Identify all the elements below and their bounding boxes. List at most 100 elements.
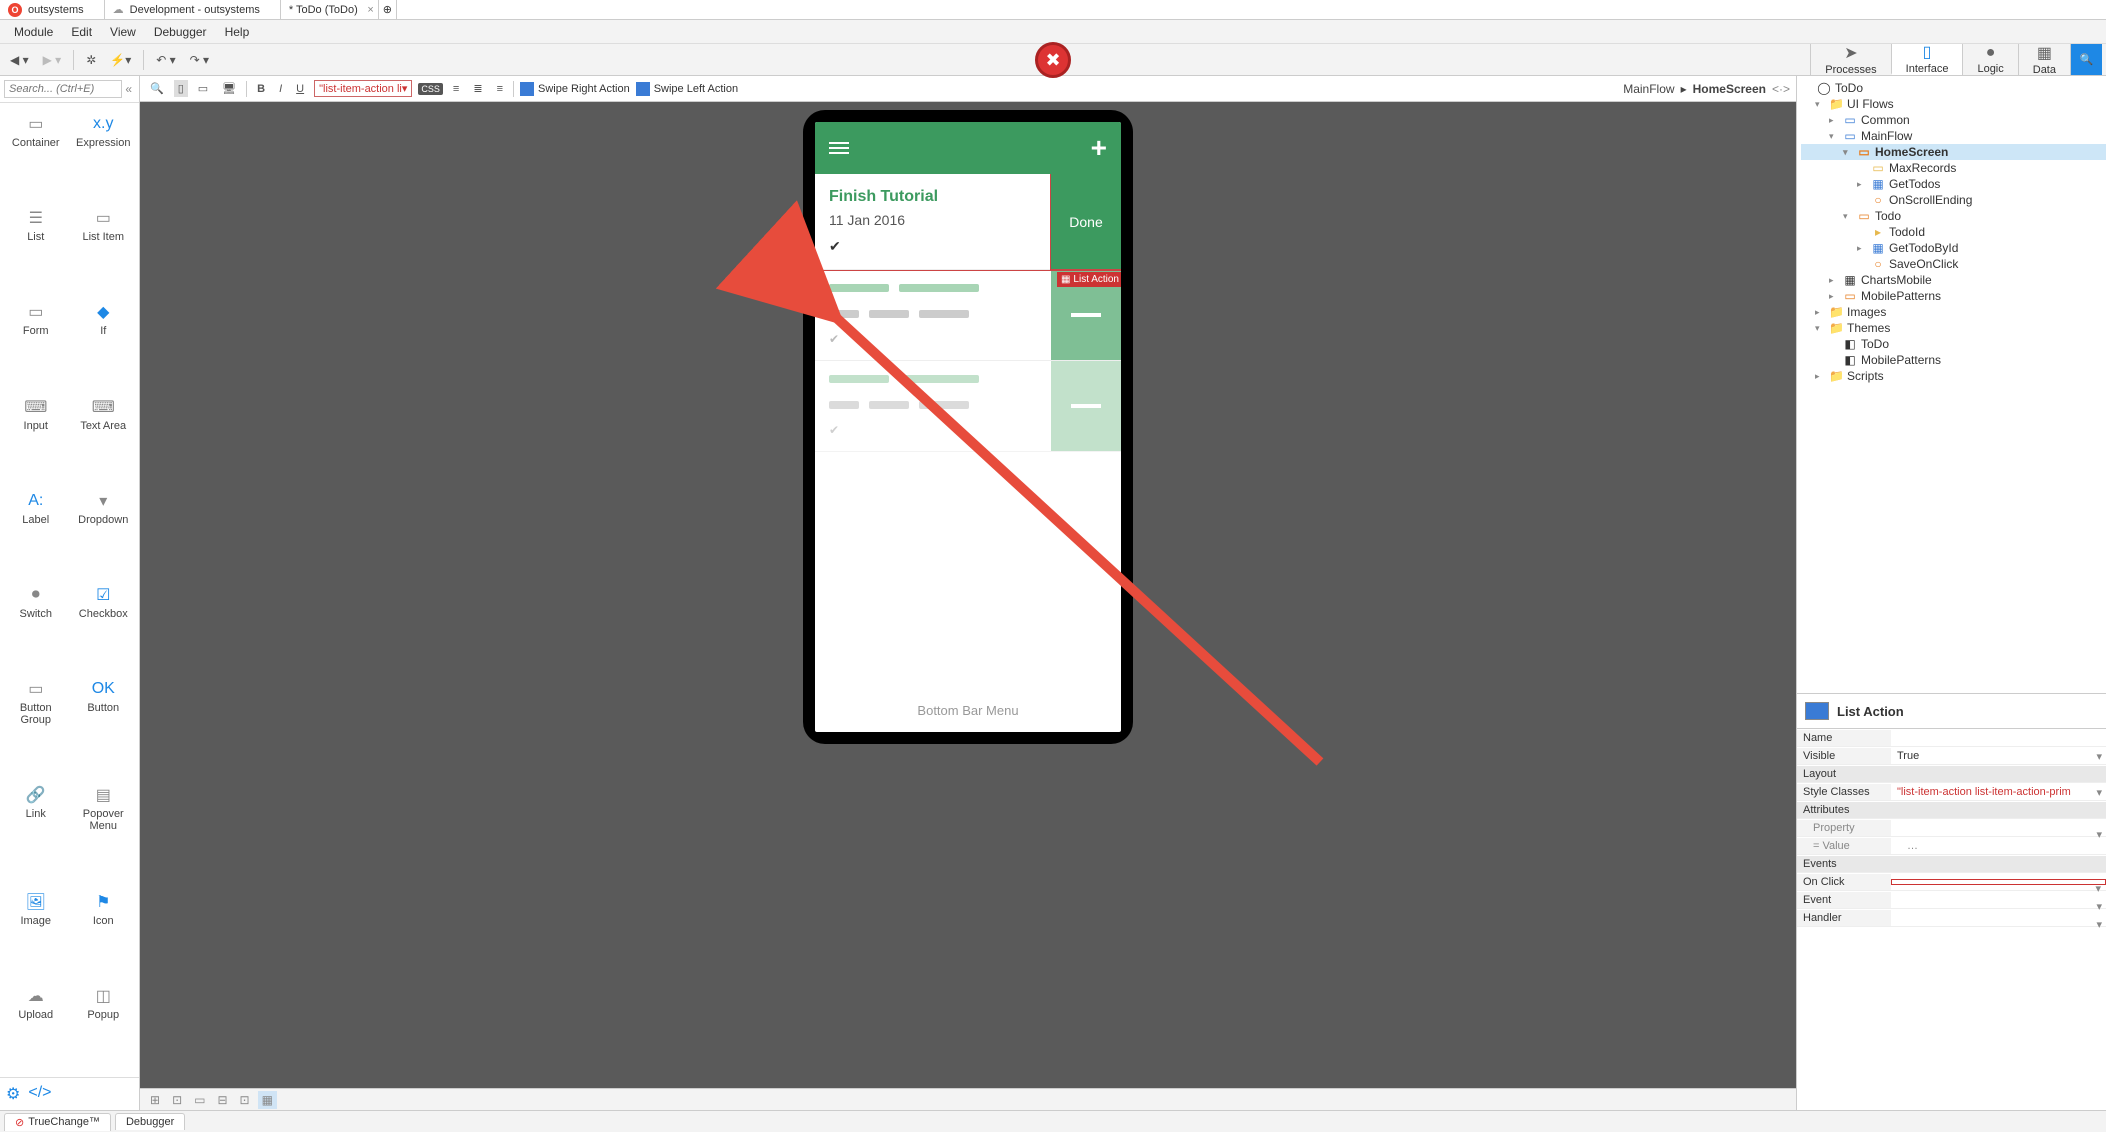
settings-icon[interactable]: ✲ xyxy=(80,49,102,71)
swipe-right-action[interactable]: Swipe Right Action xyxy=(520,82,630,96)
nav-back-button[interactable]: ◀ ▾ xyxy=(4,49,35,71)
align-right-icon[interactable]: ≡ xyxy=(493,81,507,97)
tab-logic[interactable]: ●Logic xyxy=(1962,44,2017,75)
close-icon[interactable]: × xyxy=(367,4,373,16)
truechange-tab[interactable]: ⊘TrueChange™ xyxy=(4,1113,111,1131)
toolbox-popover-menu[interactable]: ▤Popover Menu xyxy=(72,780,136,882)
view-mode-icon[interactable]: ⊡ xyxy=(168,1091,186,1109)
toolbox-button-group[interactable]: ▭Button Group xyxy=(4,674,68,776)
puzzle-icon[interactable]: ⚙ xyxy=(6,1084,20,1104)
align-left-icon[interactable]: ≡ xyxy=(449,81,463,97)
tree-node-gettodobyid[interactable]: ▸▦GetTodoById xyxy=(1801,240,2106,256)
tree-node-onscrollending[interactable]: ○OnScrollEnding xyxy=(1801,192,2106,208)
toolbox-link[interactable]: 🔗Link xyxy=(4,780,68,882)
view-mode-icon[interactable]: ▭ xyxy=(190,1091,209,1109)
stop-publish-icon[interactable]: ✖ xyxy=(1035,42,1071,78)
search-button[interactable]: 🔍 xyxy=(2070,44,2102,75)
prop-row-name[interactable]: Name xyxy=(1797,729,2106,747)
widget-tree-icon[interactable]: ⊞ xyxy=(146,1091,164,1109)
tree-node-todo[interactable]: ◧ToDo xyxy=(1801,336,2106,352)
tree-node-todo[interactable]: ▾▭Todo xyxy=(1801,208,2106,224)
menu-edit[interactable]: Edit xyxy=(63,22,100,42)
code-icon[interactable]: </> xyxy=(28,1084,51,1104)
toolbox-input[interactable]: ⌨Input xyxy=(4,392,68,482)
align-center-icon[interactable]: ≣ xyxy=(469,80,486,97)
tree-node-maxrecords[interactable]: ▭MaxRecords xyxy=(1801,160,2106,176)
hamburger-icon[interactable] xyxy=(829,142,849,154)
view-mode-icon[interactable]: ▦ xyxy=(258,1091,277,1109)
device-tablet-icon[interactable]: ▭ xyxy=(194,80,212,97)
toolbox-collapse-button[interactable]: « xyxy=(122,82,135,96)
toolbox-upload[interactable]: ☁Upload xyxy=(4,981,68,1071)
toolbox-expression[interactable]: x.yExpression xyxy=(72,109,136,199)
view-mode-icon[interactable]: ⊟ xyxy=(213,1091,231,1109)
toolbox-container[interactable]: ▭Container xyxy=(4,109,68,199)
zoom-selector-icon[interactable]: 🔍 xyxy=(146,80,168,97)
new-tab-button[interactable]: ⊕ xyxy=(379,0,397,19)
tree-node-chartsmobile[interactable]: ▸▦ChartsMobile xyxy=(1801,272,2106,288)
tree-root[interactable]: ◯ToDo xyxy=(1801,80,2106,96)
nav-forward-button[interactable]: ▶ ▾ xyxy=(37,49,68,71)
prop-row-visible[interactable]: VisibleTrue▾ xyxy=(1797,747,2106,765)
debugger-tab[interactable]: Debugger xyxy=(115,1113,185,1130)
app-tab[interactable]: Ooutsystems xyxy=(0,0,105,19)
device-phone-icon[interactable]: ▯ xyxy=(174,80,188,97)
toolbox-search-input[interactable] xyxy=(4,80,122,98)
menu-help[interactable]: Help xyxy=(217,22,258,42)
toolbox-popup[interactable]: ◫Popup xyxy=(72,981,136,1071)
toolbox-label[interactable]: A:Label xyxy=(4,486,68,576)
swipe-left-action[interactable]: Swipe Left Action xyxy=(636,82,738,96)
tree-node-images[interactable]: ▸📁Images xyxy=(1801,304,2106,320)
tree-node-saveonclick[interactable]: ○SaveOnClick xyxy=(1801,256,2106,272)
tree-node-gettodos[interactable]: ▸▦GetTodos xyxy=(1801,176,2106,192)
device-desktop-icon[interactable]: 🖥 xyxy=(218,80,240,97)
prop-row-style-classes[interactable]: Style Classes"list-item-action list-item… xyxy=(1797,783,2106,801)
tab-processes[interactable]: ➤Processes xyxy=(1810,44,1890,75)
list-item-row[interactable]: Finish Tutorial 11 Jan 2016 ✔ Done ▦ Lis… xyxy=(815,174,1121,270)
toolbox-icon[interactable]: ⚑Icon xyxy=(72,887,136,977)
toolbox-checkbox[interactable]: ☑Checkbox xyxy=(72,580,136,670)
menu-view[interactable]: View xyxy=(102,22,144,42)
tree-node-mainflow[interactable]: ▾▭MainFlow xyxy=(1801,128,2106,144)
toolbox-form[interactable]: ▭Form xyxy=(4,297,68,387)
toolbox-dropdown[interactable]: ▾Dropdown xyxy=(72,486,136,576)
tree-node-mobilepatterns[interactable]: ▸▭MobilePatterns xyxy=(1801,288,2106,304)
dev-tab[interactable]: ☁Development - outsystems xyxy=(105,0,281,19)
toolbox-list[interactable]: ☰List xyxy=(4,203,68,293)
tree-node-todoid[interactable]: ▸TodoId xyxy=(1801,224,2106,240)
view-mode-icon[interactable]: ⊡ xyxy=(236,1091,254,1109)
prop-row--value[interactable]: = Value… xyxy=(1797,837,2106,855)
underline-button[interactable]: U xyxy=(292,81,308,97)
undo-button[interactable]: ↶ ▾ xyxy=(150,49,181,71)
toolbox-list-item[interactable]: ▭List Item xyxy=(72,203,136,293)
css-badge[interactable]: CSS xyxy=(418,83,443,95)
menu-debugger[interactable]: Debugger xyxy=(146,22,215,42)
tree-node-themes[interactable]: ▾📁Themes xyxy=(1801,320,2106,336)
toolbox-text-area[interactable]: ⌨Text Area xyxy=(72,392,136,482)
element-tree[interactable]: ◯ToDo ▾📁UI Flows▸▭Common▾▭MainFlow▾▭Home… xyxy=(1797,76,2106,693)
tree-node-scripts[interactable]: ▸📁Scripts xyxy=(1801,368,2106,384)
prop-row-property[interactable]: Property▾ xyxy=(1797,819,2106,837)
tab-data[interactable]: ▦Data xyxy=(2018,44,2070,75)
tree-node-mobilepatterns[interactable]: ◧MobilePatterns xyxy=(1801,352,2106,368)
italic-button[interactable]: I xyxy=(275,81,286,97)
add-icon[interactable]: + xyxy=(1091,132,1107,164)
prop-row-event[interactable]: Event▾ xyxy=(1797,891,2106,909)
breadcrumb-screen[interactable]: HomeScreen xyxy=(1693,82,1766,96)
prop-row-on-click[interactable]: On Click▾ xyxy=(1797,873,2106,891)
toolbox-image[interactable]: 🖼Image xyxy=(4,887,68,977)
toolbox-button[interactable]: OKButton xyxy=(72,674,136,776)
prop-row-handler[interactable]: Handler▾ xyxy=(1797,909,2106,927)
toolbox-switch[interactable]: ⏺Switch xyxy=(4,580,68,670)
plug-icon[interactable]: ⚡▾ xyxy=(104,49,137,71)
style-class-selector[interactable]: "list-item-action li▾ xyxy=(314,80,412,97)
list-item-action[interactable]: Done xyxy=(1051,174,1121,269)
redo-button[interactable]: ↷ ▾ xyxy=(184,49,215,71)
selection-tag[interactable]: ▦ List Action xyxy=(1057,272,1121,287)
canvas[interactable]: + Finish Tutorial 11 Jan 2016 ✔ Done ▦ xyxy=(140,102,1796,1088)
tree-node-homescreen[interactable]: ▾▭HomeScreen xyxy=(1801,144,2106,160)
toolbox-if[interactable]: ◆If xyxy=(72,297,136,387)
tab-interface[interactable]: ▯Interface xyxy=(1891,44,1963,75)
menu-module[interactable]: Module xyxy=(6,22,61,42)
document-tab[interactable]: * ToDo (ToDo)× xyxy=(281,0,379,19)
